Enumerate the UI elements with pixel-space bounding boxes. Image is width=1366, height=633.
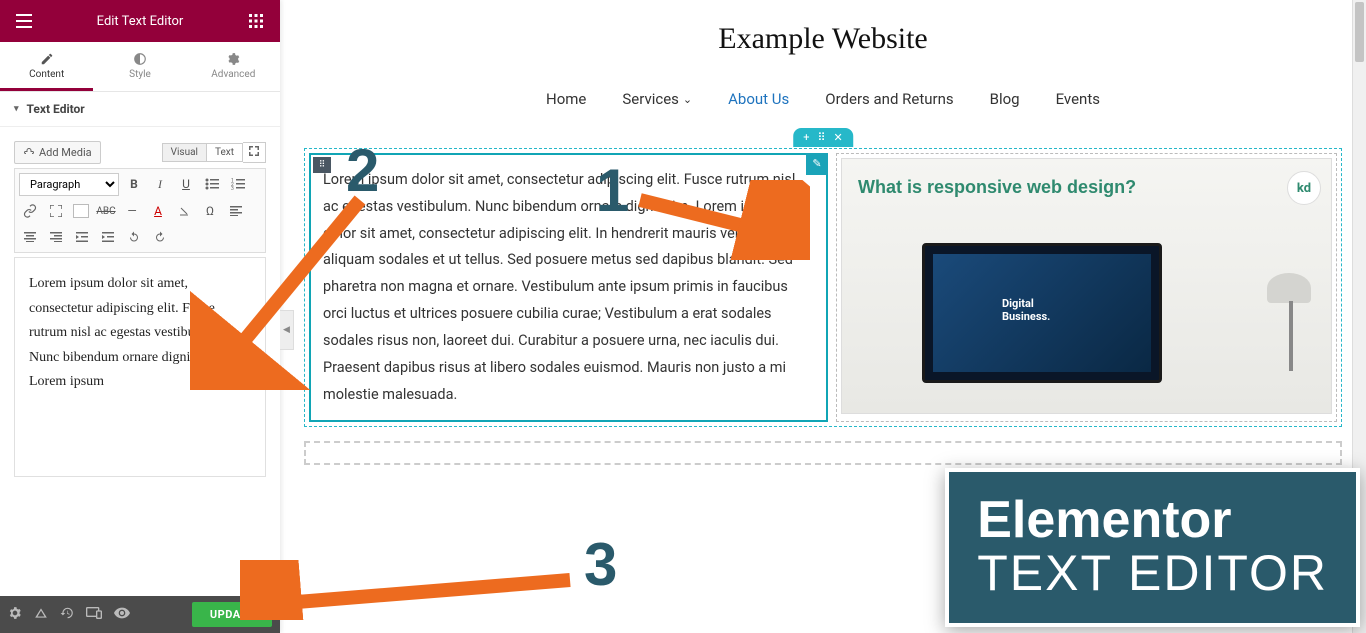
preview-icon[interactable] (114, 607, 130, 623)
hr-button[interactable]: — (119, 198, 145, 224)
undo-button[interactable] (121, 224, 147, 250)
annotation-3: 3 (584, 530, 617, 599)
panel-tabs: Content Style Advanced (0, 42, 280, 92)
widgets-grid-icon[interactable] (240, 5, 272, 37)
arrow-2 (190, 180, 380, 390)
align-right-button[interactable] (43, 224, 69, 250)
devices-illustration: Digital Business. (862, 233, 1311, 403)
tab-advanced[interactable]: Advanced (187, 42, 280, 91)
annotation-2: 2 (346, 136, 379, 205)
navigator-icon[interactable] (34, 606, 48, 624)
section-text-editor[interactable]: Text Editor (0, 92, 280, 127)
tab-style[interactable]: Style (93, 42, 186, 91)
nav-home[interactable]: Home (546, 90, 586, 108)
tab-content[interactable]: Content (0, 42, 93, 91)
menu-icon[interactable] (8, 5, 40, 37)
align-center-button[interactable] (17, 224, 43, 250)
settings-icon[interactable] (8, 606, 22, 624)
history-icon[interactable] (60, 606, 74, 624)
annotation-1: 1 (596, 156, 629, 225)
responsive-icon[interactable] (86, 607, 102, 623)
paragraph-select[interactable]: Paragraph (19, 173, 119, 196)
arrow-1 (630, 180, 810, 260)
chevron-down-icon: ⌄ (683, 93, 692, 106)
panel-title: Edit Text Editor (97, 14, 184, 29)
edit-widget-icon[interactable]: ✎ (806, 153, 828, 175)
nav-orders[interactable]: Orders and Returns (825, 90, 953, 108)
panel-footer: UPDATE (0, 596, 280, 633)
arrow-3 (240, 560, 580, 620)
column-grip-icon[interactable]: ⠿ (313, 157, 331, 173)
nav-blog[interactable]: Blog (990, 90, 1020, 108)
drag-section-icon[interactable]: ⠿ (817, 131, 825, 144)
visual-tab[interactable]: Visual (162, 143, 207, 162)
image-widget[interactable]: What is responsive web design? kd Digita… (836, 153, 1337, 422)
distraction-free-icon[interactable] (243, 142, 266, 163)
add-section-icon[interactable]: + (803, 131, 809, 144)
text-tab[interactable]: Text (207, 143, 243, 162)
nav-services[interactable]: Services⌄ (622, 90, 692, 108)
image-headline: What is responsive web design? (858, 177, 1136, 198)
panel-header: Edit Text Editor (0, 0, 280, 42)
text-color-swatch[interactable] (73, 204, 89, 218)
add-section-drop[interactable] (304, 441, 1342, 465)
site-title: Example Website (280, 22, 1366, 56)
nav-about[interactable]: About Us (728, 90, 789, 108)
strikethrough-button[interactable]: ABC (93, 198, 119, 224)
site-nav: Home Services⌄ About Us Orders and Retur… (280, 90, 1366, 108)
delete-section-icon[interactable]: ✕ (834, 131, 843, 144)
outdent-button[interactable] (69, 224, 95, 250)
add-media-button[interactable]: Add Media (14, 141, 101, 164)
redo-button[interactable] (147, 224, 173, 250)
nav-events[interactable]: Events (1056, 90, 1100, 108)
indent-button[interactable] (95, 224, 121, 250)
link-button[interactable] (17, 198, 43, 224)
title-badge: Elementor TEXT EDITOR (945, 468, 1360, 627)
kd-logo: kd (1287, 171, 1321, 205)
bold-button[interactable]: B (121, 171, 147, 197)
section-handle[interactable]: + ⠿ ✕ (793, 128, 853, 147)
italic-button[interactable]: I (147, 171, 173, 197)
text-color-button[interactable]: A (145, 198, 171, 224)
fullscreen-button[interactable] (43, 198, 69, 224)
